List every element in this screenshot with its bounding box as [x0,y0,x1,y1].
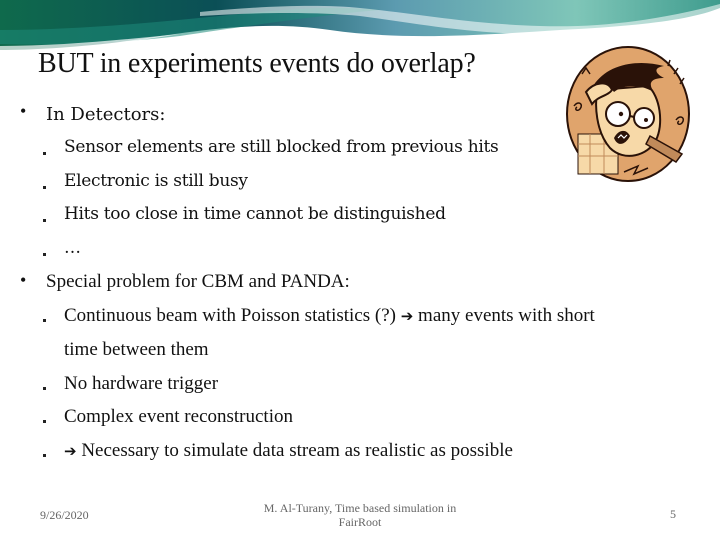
footer-author-line: M. Al-Turany, Time based simulation in [263,501,457,515]
page-number: 5 [670,507,676,521]
arrow-right-icon: ➔ [400,307,414,325]
arrow-right-icon: ➔ [64,442,77,460]
sub-bullet-icon [43,387,46,390]
sub-bullet-no-hardware-trigger: No hardware trigger [64,373,219,394]
sub-bullet-hits-too-close: Hits too close in time cannot be disting… [64,204,446,224]
sub-bullet-simulate-data-stream: ➔ Necessary to simulate data stream as r… [64,440,513,462]
sub-bullet-icon [43,420,46,423]
bullet-special-problem: Special problem for CBM and PANDA: [46,271,350,292]
sub-bullet-icon [43,152,46,155]
sub-bullet-icon [43,319,46,322]
sub-bullet-complex-reconstruction: Complex event reconstruction [64,406,293,427]
footer-project-line: FairRoot [338,515,382,529]
footer-date: 9/26/2020 [40,508,89,522]
sub-bullet-electronic-busy: Electronic is still busy [64,171,248,191]
sub-bullet-icon [43,454,46,457]
sub-bullet-icon [43,253,46,256]
sub-bullet-ellipsis: … [64,238,81,258]
slide-title: BUT in experiments events do overlap? [38,48,476,79]
bullet-icon: • [20,270,27,290]
sub-bullet-icon [43,219,46,222]
continuous-beam-text: Continuous beam with Poisson statistics … [64,305,396,326]
bullet-in-detectors: In Detectors: [46,104,166,125]
sub-bullet-icon [43,186,46,189]
footer-center: M. Al-Turany, Time based simulation in F… [240,501,480,529]
many-events-text: many events with short [418,305,595,326]
sub-bullet-continuous-beam: Continuous beam with Poisson statistics … [64,305,595,327]
bullet-icon: • [20,101,27,121]
stressed-scientist-cartoon [566,46,690,182]
sub-bullet-sensor-blocked: Sensor elements are still blocked from p… [64,137,499,157]
simulate-text: Necessary to simulate data stream as rea… [81,440,513,461]
sub-bullet-continuation: time between them [64,339,209,360]
